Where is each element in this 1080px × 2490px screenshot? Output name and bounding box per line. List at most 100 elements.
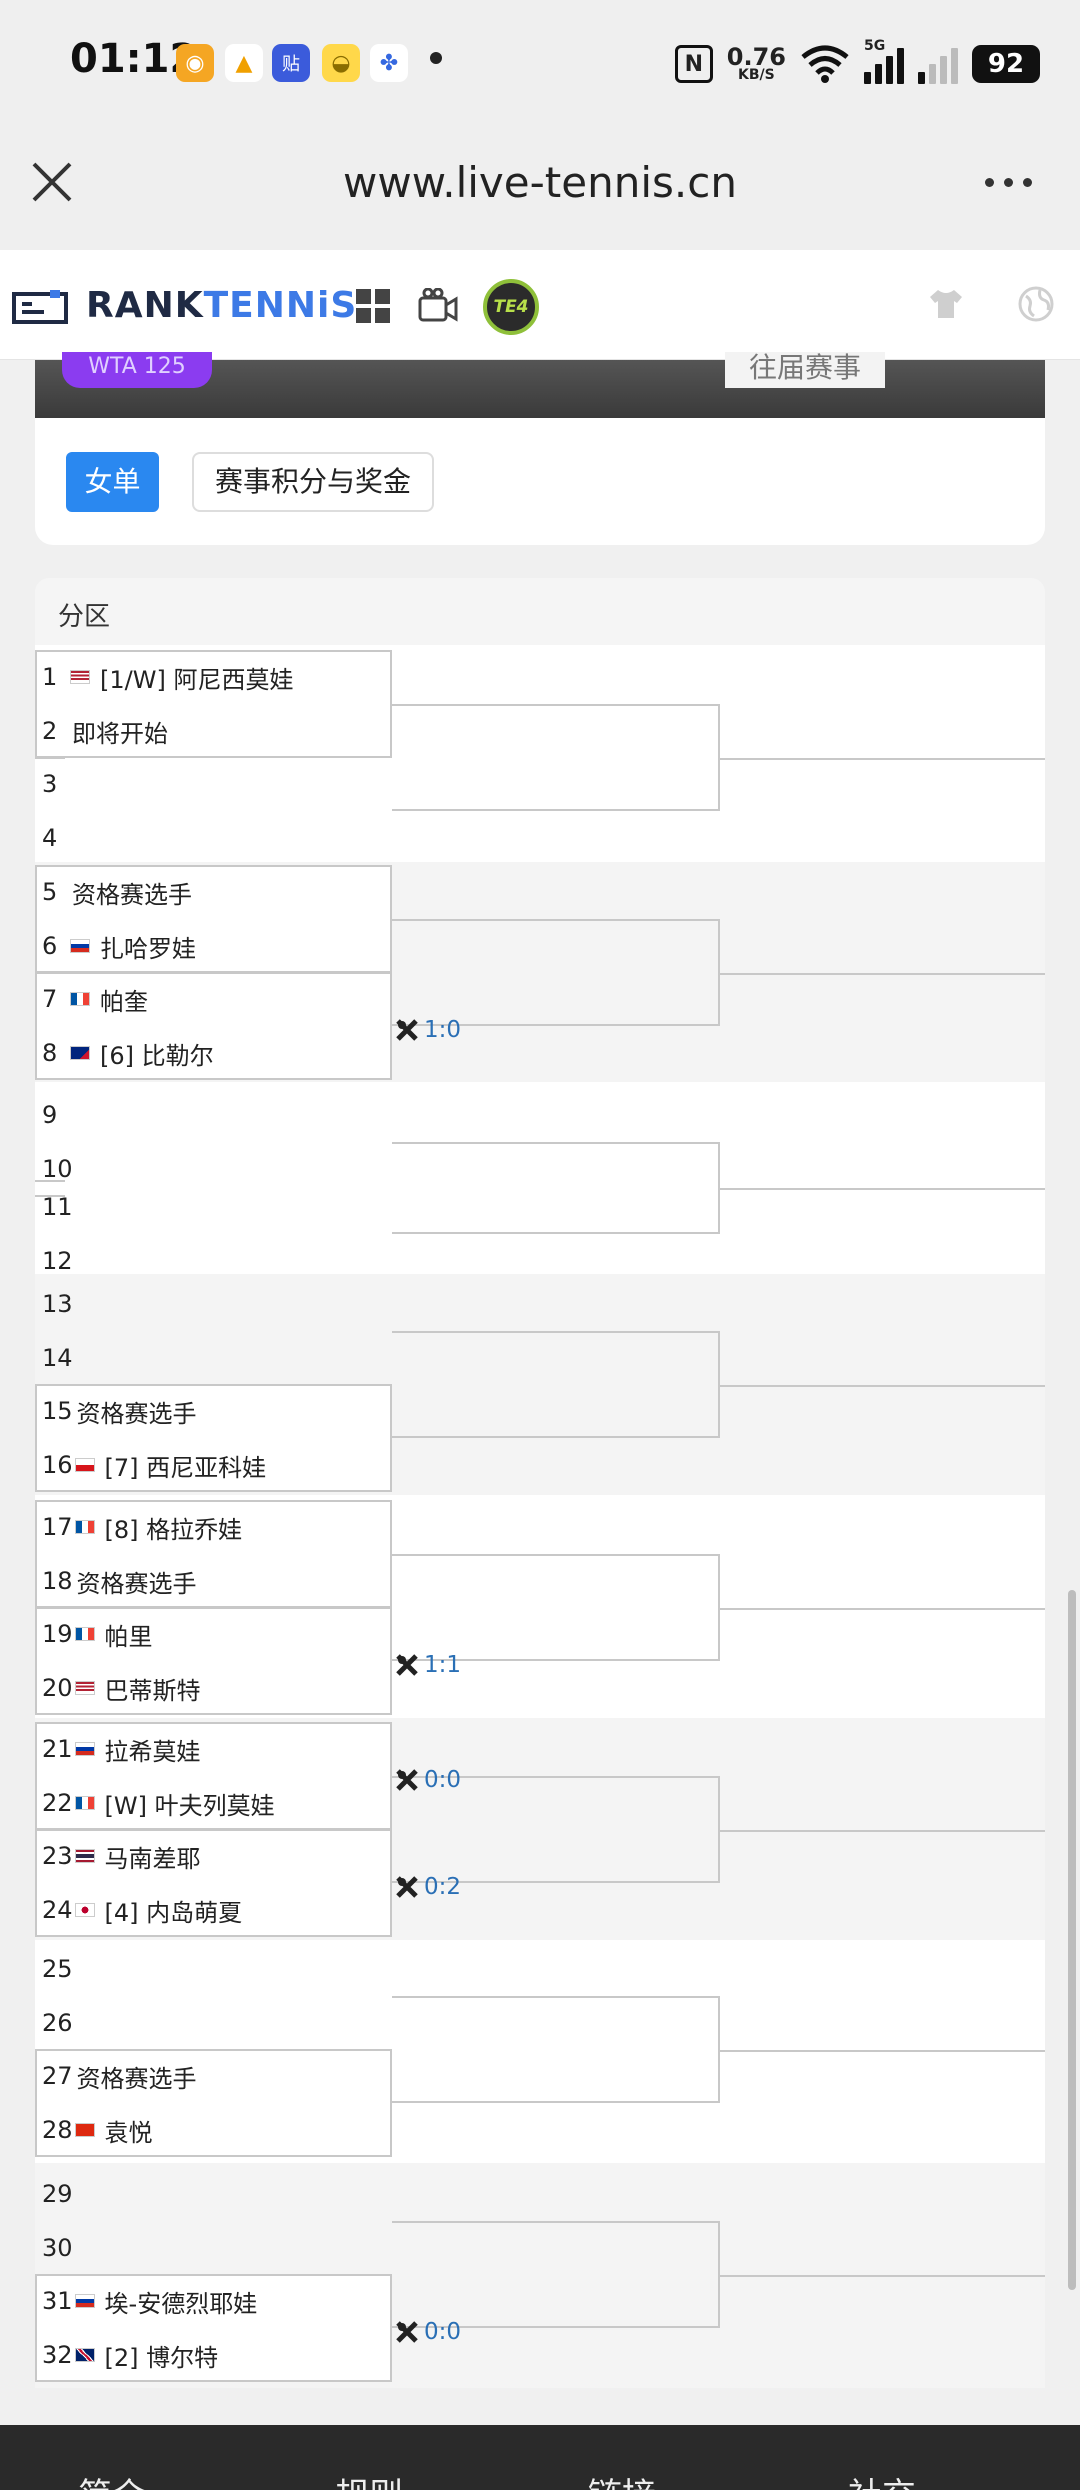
player-row[interactable]: 2 即将开始 [42, 716, 168, 748]
bracket-line [720, 2050, 1045, 2052]
player-row[interactable]: 29 [42, 2179, 77, 2209]
player-row[interactable]: 9 [42, 1100, 72, 1130]
nav-intro[interactable]: 简介 [78, 2468, 146, 2490]
seed-number: 2 [42, 717, 58, 745]
player-row[interactable]: 30 [42, 2233, 77, 2263]
seed-number: 10 [42, 1155, 73, 1183]
video-camera-icon[interactable] [418, 288, 458, 324]
country-flag-icon [74, 1681, 95, 1695]
nav-links[interactable]: 链接 [588, 2468, 656, 2490]
player-row[interactable]: 23 马南差耶 [42, 1841, 201, 1873]
racket-icon [396, 1654, 418, 1676]
seed-number: 28 [42, 2116, 73, 2144]
shirt-icon[interactable] [928, 288, 964, 320]
country-flag-icon [74, 2348, 95, 2362]
player-row[interactable]: 3 [42, 769, 72, 799]
player-name: [6] 比勒尔 [100, 1041, 214, 1070]
tab-points-prize[interactable]: 赛事积分与奖金 [192, 452, 434, 512]
match-score[interactable]: 0:0 [396, 1765, 461, 1795]
player-row[interactable]: 19 帕里 [42, 1619, 153, 1651]
seed-number: 18 [42, 1567, 73, 1595]
player-name: 资格赛选手 [76, 1569, 197, 1598]
player-row[interactable]: 13 [42, 1289, 77, 1319]
url-display[interactable]: www.live-tennis.cn [0, 158, 1080, 207]
bracket-connector [392, 1554, 720, 1661]
player-row[interactable]: 11 [42, 1192, 77, 1222]
country-flag-icon [74, 1849, 95, 1863]
seed-number: 7 [42, 985, 58, 1013]
score-text: 0:0 [424, 1767, 462, 1793]
seed-number: 31 [42, 2287, 73, 2315]
country-flag-icon [74, 1903, 95, 1917]
player-row[interactable]: 21 拉希莫娃 [42, 1734, 201, 1766]
player-row[interactable]: 15 资格赛选手 [42, 1396, 197, 1428]
bracket-connector [392, 704, 720, 811]
player-name: 帕里 [104, 1622, 153, 1651]
bracket-tick [35, 757, 65, 759]
match-score[interactable]: 0:2 [396, 1872, 461, 1902]
player-name: 拉希莫娃 [104, 1737, 201, 1766]
nav-social[interactable]: 社交 [848, 2468, 916, 2490]
past-events-button[interactable]: 往届赛事 [725, 352, 885, 388]
seed-number: 9 [42, 1101, 58, 1129]
player-row[interactable]: 24 [4] 内岛萌夏 [42, 1895, 243, 1927]
player-row[interactable]: 14 [42, 1343, 77, 1373]
country-flag-icon [70, 939, 90, 953]
player-name: 扎哈罗娃 [100, 934, 196, 963]
country-flag-icon [74, 1520, 95, 1534]
globe-icon[interactable] [1018, 286, 1054, 322]
match-score[interactable]: 1:0 [396, 1015, 461, 1045]
seed-number: 16 [42, 1451, 73, 1479]
player-row[interactable]: 5 资格赛选手 [42, 877, 192, 909]
seed-number: 32 [42, 2341, 73, 2369]
tab-womens-singles[interactable]: 女单 [66, 452, 159, 512]
ranktennis-logo-icon[interactable] [12, 290, 68, 326]
player-row[interactable]: 4 [42, 823, 72, 853]
player-row[interactable]: 7 帕奎 [42, 984, 148, 1016]
site-logo[interactable]: RANKTENNiS [86, 285, 357, 326]
grid-menu-icon[interactable] [355, 288, 391, 324]
scrollbar[interactable] [1068, 1590, 1076, 2290]
player-row[interactable]: 17 [8] 格拉乔娃 [42, 1512, 242, 1544]
player-row[interactable]: 6 扎哈罗娃 [42, 931, 196, 963]
player-row[interactable]: 28 袁悦 [42, 2115, 153, 2147]
bracket-line [720, 973, 1045, 975]
player-row[interactable]: 16 [7] 西尼亚科娃 [42, 1450, 267, 1482]
tieba-icon: 贴 [272, 44, 310, 82]
player-name: [7] 西尼亚科娃 [104, 1453, 267, 1482]
player-row[interactable]: 22 [W] 叶夫列莫娃 [42, 1788, 275, 1820]
seed-number: 30 [42, 2234, 73, 2262]
player-row[interactable]: 10 [42, 1154, 77, 1184]
player-row[interactable]: 8 [6] 比勒尔 [42, 1038, 214, 1070]
seed-number: 14 [42, 1344, 73, 1372]
cell-signal-5g-icon: 5G [864, 38, 904, 84]
player-row[interactable]: 18 资格赛选手 [42, 1566, 197, 1598]
seed-number: 24 [42, 1896, 73, 1924]
country-flag-icon [74, 2294, 95, 2308]
nav-rules[interactable]: 规则 [335, 2468, 403, 2490]
player-row[interactable]: 1 [1/W] 阿尼西莫娃 [42, 662, 293, 694]
racket-icon [396, 1876, 418, 1898]
country-flag-icon [70, 992, 90, 1006]
bracket-connector [392, 919, 720, 1026]
match-score[interactable]: 1:1 [396, 1650, 461, 1680]
player-row[interactable]: 20 巴蒂斯特 [42, 1673, 201, 1705]
seed-number: 25 [42, 1955, 73, 1983]
chat-app-icon: ◒ [322, 44, 360, 82]
seed-number: 3 [42, 770, 58, 798]
player-row[interactable]: 27 资格赛选手 [42, 2061, 197, 2093]
more-menu-icon[interactable] [985, 178, 1032, 187]
match-score[interactable]: 0:0 [396, 2317, 461, 2347]
player-row[interactable]: 26 [42, 2008, 77, 2038]
bracket-connector [392, 1996, 720, 2103]
racket-icon [396, 1769, 418, 1791]
te4-badge-icon[interactable]: TE4 [483, 279, 539, 335]
player-row[interactable]: 31 埃-安德烈耶娃 [42, 2286, 258, 2318]
player-name: [4] 内岛萌夏 [104, 1898, 243, 1927]
seed-number: 6 [42, 932, 58, 960]
player-row[interactable]: 12 [42, 1246, 77, 1276]
network-speed: 0.76 KB/S [726, 43, 786, 83]
player-row[interactable]: 25 [42, 1954, 77, 1984]
player-name: 埃-安德烈耶娃 [104, 2289, 258, 2318]
player-row[interactable]: 32 [2] 博尔特 [42, 2340, 218, 2372]
